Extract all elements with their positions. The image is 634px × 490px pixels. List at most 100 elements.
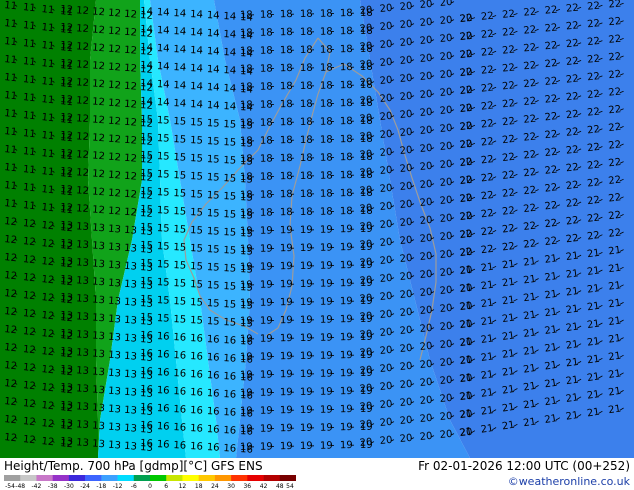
contour-line [184,300,186,302]
contour-label: 19 [320,422,333,433]
contour-label: 15 [140,150,153,162]
contour-label: 15 [173,314,186,326]
legend-swatch [231,475,248,481]
contour-label: 18 [340,134,353,145]
contour-label: 22 [565,73,579,85]
contour-label: 11 [22,38,36,50]
credit-link[interactable]: ©weatheronline.co.uk [508,475,630,489]
contour-label: 18 [300,171,313,182]
contour-label: 11 [22,164,36,176]
legend-tick-label: 18 [195,483,203,489]
contour-label: 20 [359,41,373,53]
contour-label: 12 [60,148,74,160]
contour-line [167,245,169,247]
contour-line [167,443,169,445]
contour-label: 11 [41,76,55,88]
contour-label: 20 [359,95,373,107]
contour-label: 16 [157,439,170,451]
contour-label: 16 [173,350,186,362]
contour-label: 19 [280,225,293,236]
contour-label: 20 [379,201,393,213]
contour-line [217,266,219,268]
contour-label: 12 [92,24,106,36]
contour-label: 21 [586,389,600,402]
legend-tick-label: -24 [80,483,90,489]
contour-label: 20 [439,213,453,225]
contour-label: 15 [190,189,203,201]
contour-label: 12 [4,432,18,444]
contour-label: 13 [108,332,122,344]
contour-label: 22 [459,139,473,151]
contour-label: 12 [92,150,106,162]
contour-label: 13 [76,401,90,413]
contour-line [150,316,152,318]
contour-label: 20 [379,381,393,393]
contour-label: 12 [60,166,74,178]
contour-label: 13 [76,221,90,233]
legend-swatch [68,475,86,481]
contour-line [184,318,186,320]
contour-label: 16 [190,333,203,345]
contour-label: 13 [76,347,90,359]
contour-label: 20 [359,275,373,287]
contour-label: 15 [140,186,153,198]
contour-label: 20 [399,1,413,13]
contour-label: 14 [157,79,170,91]
contour-line [200,373,202,375]
contour-label: 18 [320,134,333,145]
contour-label: 21 [459,408,473,421]
contour-label: 13 [92,330,106,342]
contour-label: 18 [260,171,273,182]
contour-label: 14 [157,25,170,37]
contour-line [200,67,202,69]
contour-label: 14 [223,83,236,95]
contour-label: 20 [439,123,453,135]
legend-swatch [20,475,37,481]
contour-label: 18 [340,44,353,55]
contour-label: 18 [280,207,293,218]
contour-label: 15 [157,223,170,235]
contour-label: 14 [223,11,236,23]
contour-label: 21 [586,407,600,420]
contour-label: 20 [359,239,373,251]
contour-line [217,14,219,16]
contour-label: 19 [280,369,293,380]
contour-label: 12 [76,95,90,107]
contour-line [167,11,169,13]
contour-label: 16 [207,406,220,418]
contour-label: 13 [60,274,74,286]
contour-label: 14 [223,65,236,77]
contour-label: 19 [280,261,293,272]
contour-label: 20 [379,327,393,339]
contour-label: 16 [173,404,186,416]
contour-label: 19 [320,440,333,451]
contour-label: 14 [173,44,186,56]
contour-label: 22 [544,58,558,70]
contour-line [217,86,219,88]
contour-label: 13 [60,220,74,232]
color-legend: -54 -48 -42 -38 -30 -24 -18 -12 -6 0 6 12 18 24 30 36 42… [4,475,296,489]
contour-label: 16 [190,405,203,417]
contour-label: 13 [108,260,122,272]
contour-label: 12 [76,23,90,35]
contour-label: 19 [260,441,273,452]
contour-label: 18 [260,63,273,74]
contour-label: 11 [41,148,55,160]
contour-label: 20 [359,257,373,269]
contour-label: 15 [190,207,203,219]
contour-label: 13 [76,311,90,323]
contour-line [217,302,219,304]
contour-label: 20 [439,105,453,117]
contour-label: 14 [140,60,153,72]
contour-label: 12 [124,135,138,147]
contour-label: 12 [76,41,90,53]
contour-label: 16 [157,421,170,433]
contour-label: 20 [419,125,433,137]
contour-label: 20 [419,215,433,227]
contour-label: 20 [399,109,413,121]
contour-line [150,172,152,174]
contour-label: 18 [340,98,353,109]
contour-label: 12 [76,113,90,125]
legend-swatch [214,475,232,481]
contour-label: 14 [207,28,220,40]
